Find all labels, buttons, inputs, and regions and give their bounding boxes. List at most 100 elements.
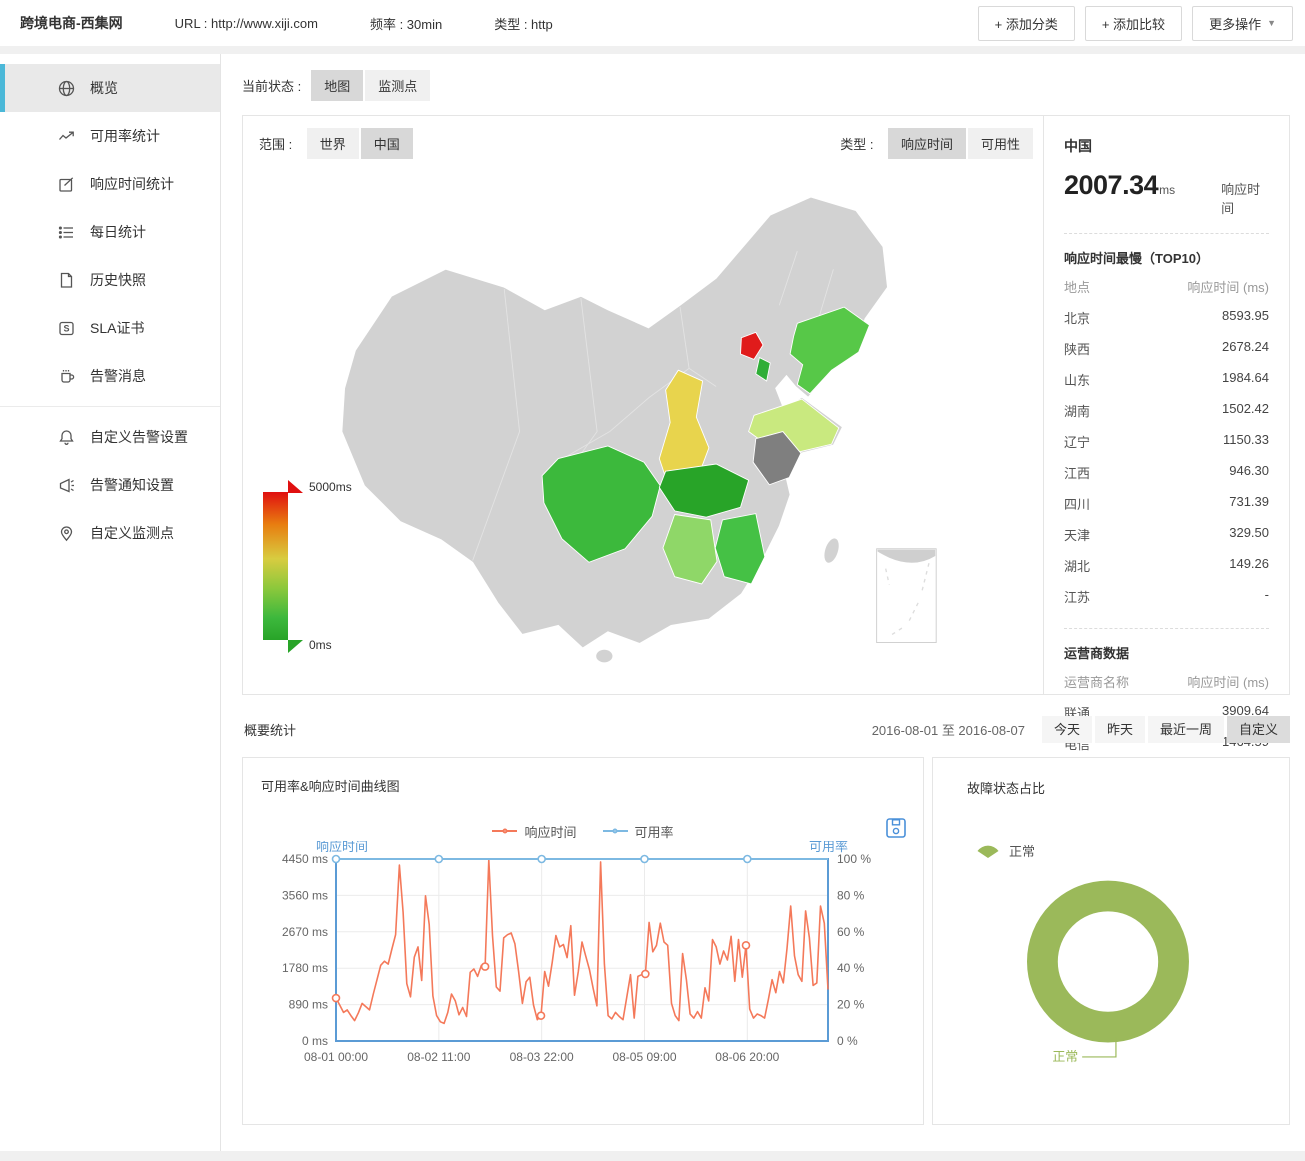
svg-text:2670 ms: 2670 ms <box>282 925 328 939</box>
trend-icon <box>58 128 75 145</box>
page-bottom-strip <box>0 1151 1305 1161</box>
line-chart-legend: 响应时间 可用率 <box>243 821 923 841</box>
south-china-sea-inset <box>877 549 937 643</box>
add-compare-button[interactable]: + 添加比较 <box>1085 6 1182 41</box>
svg-text:20 %: 20 % <box>837 998 865 1012</box>
table-row: 江苏 - <box>1064 581 1269 612</box>
list-icon <box>58 224 75 241</box>
location-pin-icon <box>58 525 75 542</box>
range-button[interactable]: 今天 <box>1042 716 1092 743</box>
site-url: URL : http://www.xiji.com <box>175 16 318 31</box>
sidebar-item-certificate[interactable]: S SLA证书 <box>0 304 220 352</box>
scale-gradient-bar <box>263 492 288 640</box>
sidebar-item-label: SLA证书 <box>90 318 144 338</box>
site-title: 跨境电商-西集网 <box>20 13 123 33</box>
svg-text:正常: 正常 <box>1052 1049 1078 1064</box>
table-row: 湖北149.26 <box>1064 550 1269 581</box>
line-chart-panel: 可用率&响应时间曲线图 响应时间可用率 响应时间可用率4450 ms3560 m… <box>242 757 924 1125</box>
scale-max-marker <box>288 480 303 493</box>
table-row: 山东1984.64 <box>1064 364 1269 395</box>
header-divider-strip <box>0 46 1305 54</box>
status-donut-chart[interactable]: 正常 <box>949 860 1264 1085</box>
sidebar-item-globe[interactable]: 概览 <box>0 64 220 112</box>
monitor-frequency: 频率 : 30min <box>370 14 442 33</box>
svg-text:80 %: 80 % <box>837 888 865 902</box>
range-button[interactable]: 昨天 <box>1095 716 1145 743</box>
sidebar: 概览可用率统计响应时间统计每日统计历史快照 S SLA证书告警消息自定义告警设置告警… <box>0 54 221 1151</box>
document-icon <box>58 272 75 289</box>
metric-toggle-option[interactable]: 响应时间 <box>888 128 966 159</box>
sidebar-item-label: 概览 <box>90 78 118 98</box>
china-map <box>259 161 1033 671</box>
sidebar-item-trend[interactable]: 可用率统计 <box>0 112 220 160</box>
certificate-icon: S <box>58 320 75 337</box>
legend-marker-icon <box>603 830 628 832</box>
svg-text:60 %: 60 % <box>837 925 865 939</box>
response-time-metric-label: 响应时间 <box>1221 179 1269 217</box>
row-value: 946.30 <box>1229 463 1269 482</box>
sidebar-item-list[interactable]: 每日统计 <box>0 208 220 256</box>
table-row: 四川731.39 <box>1064 488 1269 519</box>
svg-text:4450 ms: 4450 ms <box>282 852 328 866</box>
date-range-text: 2016-08-01 至 2016-08-07 <box>872 720 1025 739</box>
sidebar-item-megaphone[interactable]: 告警通知设置 <box>0 461 220 509</box>
map-panel: 范围 : 世界中国 类型 : 响应时间可用性 <box>242 115 1290 695</box>
current-status-label: 当前状态 : <box>242 76 301 95</box>
metric-label: 类型 : <box>840 137 873 152</box>
region-stats-panel: 中国 2007.34 ms 响应时间 响应时间最慢（TOP10） 地点响应时间 … <box>1043 116 1289 694</box>
summary-title: 概要统计 <box>244 720 296 739</box>
scope-toggle-option[interactable]: 世界 <box>307 128 359 159</box>
range-button[interactable]: 自定义 <box>1227 716 1290 743</box>
sidebar-item-location-pin[interactable]: 自定义监测点 <box>0 509 220 557</box>
row-value: 329.50 <box>1229 525 1269 544</box>
sidebar-item-alarm[interactable]: 告警消息 <box>0 352 220 400</box>
table-header-row: 地点响应时间 (ms) <box>1064 271 1269 302</box>
scale-max-label: 5000ms <box>309 480 352 494</box>
top10-table: 地点响应时间 (ms)北京8593.95陕西2678.24山东1984.64湖南… <box>1064 271 1269 612</box>
donut-legend[interactable]: 正常 <box>975 841 1273 860</box>
hainan-island <box>596 650 612 663</box>
svg-text:100 %: 100 % <box>837 852 871 866</box>
row-label: 江苏 <box>1064 587 1090 606</box>
svg-text:08-06 20:00: 08-06 20:00 <box>715 1050 779 1064</box>
sidebar-item-document[interactable]: 历史快照 <box>0 256 220 304</box>
row-value: 2678.24 <box>1222 339 1269 358</box>
sidebar-item-edit[interactable]: 响应时间统计 <box>0 160 220 208</box>
bottom-charts-row: 可用率&响应时间曲线图 响应时间可用率 响应时间可用率4450 ms3560 m… <box>242 757 1290 1125</box>
status-toggle-group: 地图监测点 <box>311 70 430 101</box>
status-toggle-option[interactable]: 地图 <box>311 70 363 101</box>
divider <box>1064 233 1269 234</box>
response-time-value: 2007.34 <box>1064 170 1158 201</box>
taiwan-island <box>822 537 842 565</box>
row-label: 北京 <box>1064 308 1090 327</box>
edit-icon <box>58 176 75 193</box>
sidebar-item-label: 历史快照 <box>90 270 146 290</box>
sidebar-item-bell[interactable]: 自定义告警设置 <box>0 413 220 461</box>
donut-panel: 故障状态占比 正常 正常 <box>932 757 1290 1125</box>
row-value: 1984.64 <box>1222 370 1269 389</box>
row-value: - <box>1265 587 1269 606</box>
availability-response-line-chart[interactable]: 响应时间可用率4450 ms3560 ms2670 ms1780 ms890 m… <box>243 841 923 1103</box>
svg-text:3560 ms: 3560 ms <box>282 888 328 902</box>
more-actions-button[interactable]: 更多操作 ▼ <box>1192 6 1293 41</box>
scope-toggle-option[interactable]: 中国 <box>361 128 413 159</box>
scale-min-marker <box>288 640 303 653</box>
metric-toggle-option[interactable]: 可用性 <box>968 128 1033 159</box>
add-category-button[interactable]: + 添加分类 <box>978 6 1075 41</box>
range-button[interactable]: 最近一周 <box>1148 716 1224 743</box>
svg-text:08-02 11:00: 08-02 11:00 <box>407 1050 470 1064</box>
map-toolbar: 范围 : 世界中国 类型 : 响应时间可用性 <box>259 128 1033 159</box>
sidebar-divider <box>0 406 220 407</box>
sidebar-item-label: 自定义监测点 <box>90 523 174 543</box>
status-toggle-option[interactable]: 监测点 <box>365 70 430 101</box>
save-chart-button[interactable] <box>885 817 907 844</box>
map-area: 范围 : 世界中国 类型 : 响应时间可用性 <box>243 116 1043 694</box>
scope-toggle: 范围 : 世界中国 <box>259 128 413 159</box>
scope-label: 范围 : <box>259 137 292 152</box>
row-label: 湖南 <box>1064 401 1090 420</box>
svg-text:08-01 00:00: 08-01 00:00 <box>304 1050 368 1064</box>
response-time-unit: ms <box>1159 183 1175 197</box>
legend-item[interactable]: 可用率 <box>603 822 674 841</box>
legend-item[interactable]: 响应时间 <box>492 822 576 841</box>
sidebar-item-label: 响应时间统计 <box>90 174 174 194</box>
